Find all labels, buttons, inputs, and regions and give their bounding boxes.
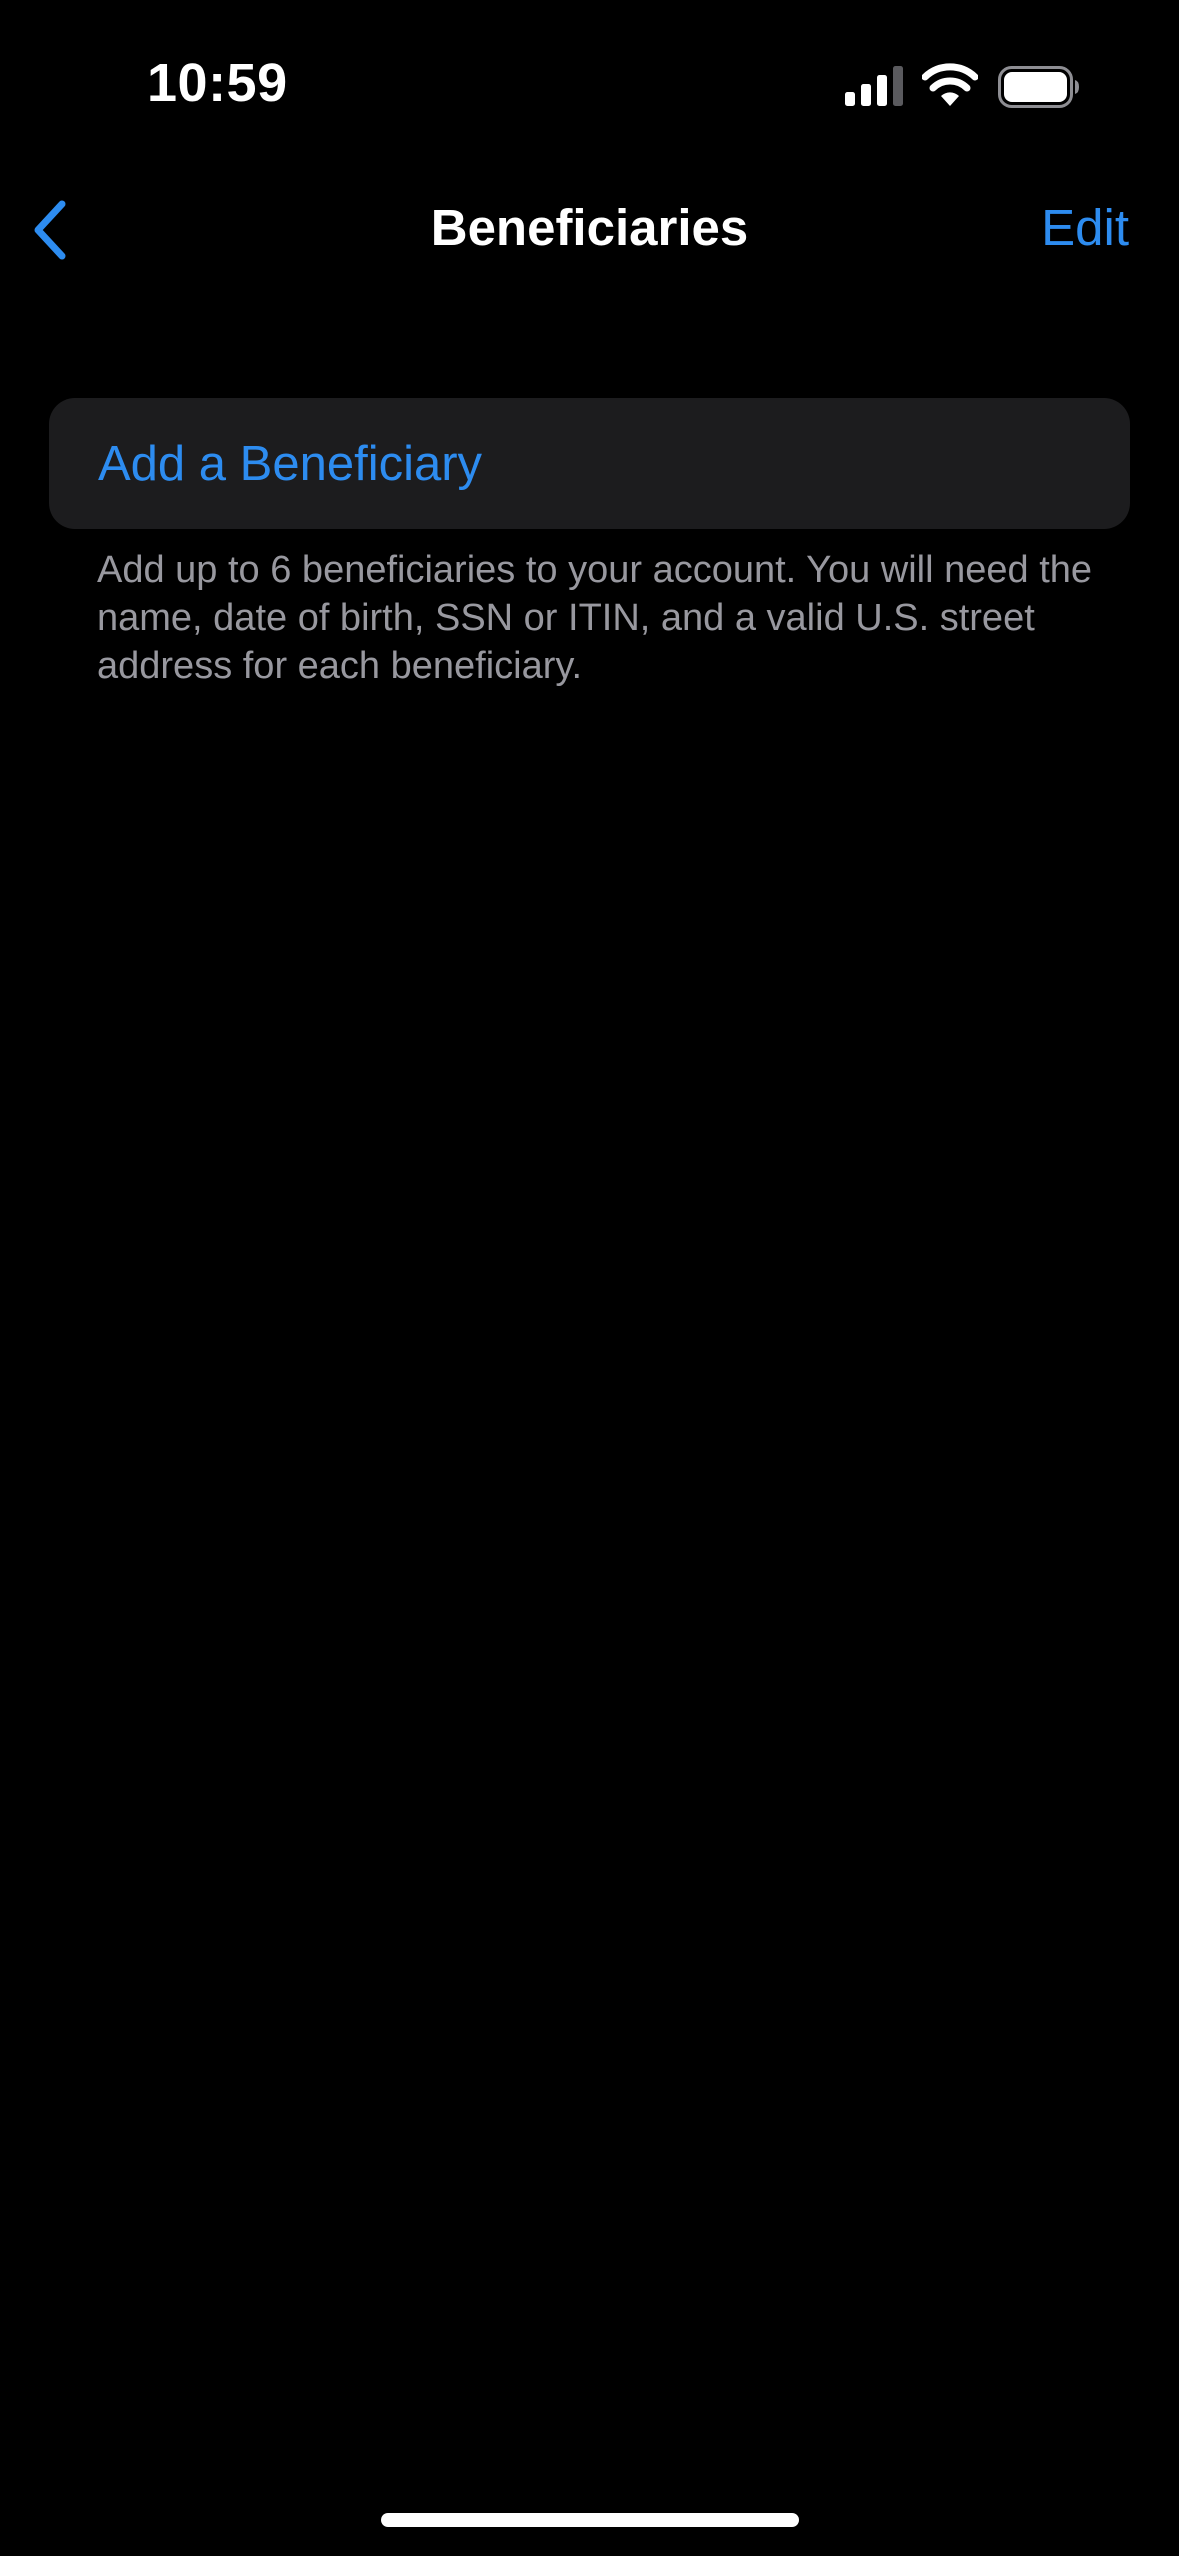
navigation-bar: Beneficiaries Edit (0, 170, 1179, 286)
status-time: 10:59 (147, 53, 288, 113)
home-indicator[interactable] (381, 2513, 799, 2527)
signal-icon (845, 66, 903, 106)
add-beneficiary-button[interactable]: Add a Beneficiary (49, 398, 1130, 529)
beneficiary-info-text: Add up to 6 beneficiaries to your accoun… (97, 549, 1093, 687)
edit-button[interactable]: Edit (1041, 198, 1129, 257)
add-beneficiary-label: Add a Beneficiary (98, 437, 483, 491)
battery-icon (998, 66, 1079, 108)
wifi-icon (922, 63, 978, 106)
status-bar: 10:59 (0, 0, 1179, 170)
page-title: Beneficiaries (430, 199, 749, 256)
